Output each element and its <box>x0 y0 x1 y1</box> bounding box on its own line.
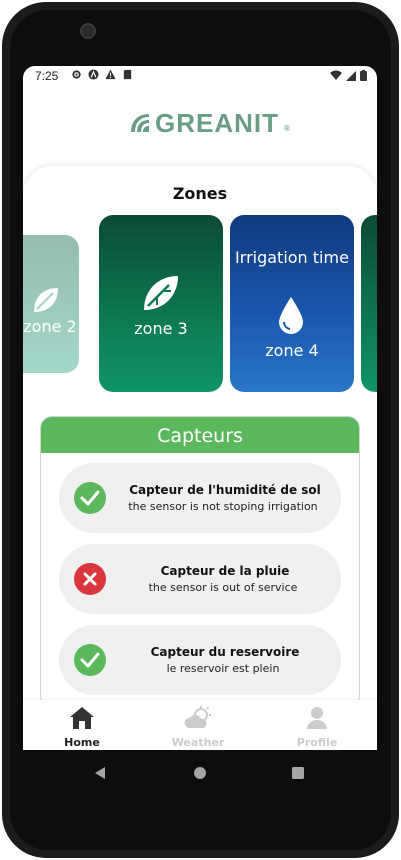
irrigation-time-label: Irrigation time <box>235 248 349 267</box>
close-icon <box>74 563 106 595</box>
recents-button[interactable] <box>291 766 305 780</box>
sensor-title: Capteur de l'humidité de sol <box>129 483 321 497</box>
sensor-status: le reservoir est plein <box>166 662 280 675</box>
sensor-soil-moisture[interactable]: Capteur de l'humidité de sol the sensor … <box>59 463 341 533</box>
sensor-title: Capteur du reservoire <box>150 645 300 659</box>
accessibility-icon <box>88 69 99 80</box>
wifi-icon <box>330 70 342 80</box>
home-icon <box>70 707 94 729</box>
phone-frame: 7:25 GREANIT ® Zones zone 2 zone 3 Irrig… <box>0 0 401 860</box>
zones-title: Zones <box>172 184 228 203</box>
zone-card-next[interactable] <box>361 215 377 392</box>
profile-icon <box>307 707 327 729</box>
settings-icon <box>72 70 81 79</box>
status-system-icons <box>330 70 367 81</box>
greanit-leaf-icon <box>131 114 149 132</box>
sensor-status: the sensor is out of service <box>148 581 298 594</box>
front-camera <box>80 23 96 39</box>
home-button[interactable] <box>193 766 207 780</box>
check-icon <box>74 482 106 514</box>
bottom-nav: Home Weather Profile <box>23 700 377 750</box>
check-icon <box>74 644 106 676</box>
battery-icon <box>360 70 367 81</box>
sensor-reservoir[interactable]: Capteur du reservoire le reservoir est p… <box>59 625 341 695</box>
zone-card-3[interactable]: zone 3 <box>99 215 223 392</box>
nav-profile-label: Profile <box>296 736 338 749</box>
leaf-icon <box>34 288 58 312</box>
sensor-title: Capteur de la pluie <box>160 564 290 578</box>
zone-label: zone 3 <box>134 319 188 338</box>
nav-profile[interactable]: Profile <box>277 706 357 749</box>
zone-label: zone 4 <box>265 341 319 360</box>
back-button[interactable] <box>93 766 107 780</box>
sensor-rain[interactable]: Capteur de la pluie the sensor is out of… <box>59 544 341 614</box>
leaf-icon <box>144 276 178 310</box>
system-navigation-bar <box>23 750 377 796</box>
zone-card-2[interactable]: zone 2 <box>23 235 79 373</box>
nav-home-label: Home <box>64 736 100 749</box>
water-drop-icon <box>279 297 303 334</box>
cell-signal-icon <box>346 70 356 81</box>
sensors-panel: Capteurs Capteur de l'humidité de sol th… <box>40 416 360 708</box>
status-time: 7:25 <box>35 69 59 83</box>
registered-mark: ® <box>283 123 291 133</box>
nav-weather[interactable]: Weather <box>158 706 238 749</box>
brand-name: GREANIT <box>155 107 279 138</box>
zone-label: zone 2 <box>23 317 77 336</box>
brand-logo: GREANIT ® <box>127 108 291 138</box>
status-bar: 7:25 <box>23 66 377 88</box>
sensor-status: the sensor is not stoping irrigation <box>128 500 318 513</box>
status-notification-icons <box>71 69 133 80</box>
sensors-title: Capteurs <box>41 417 359 453</box>
zone-card-4[interactable]: Irrigation time zone 4 <box>230 215 354 392</box>
warning-icon <box>105 69 116 80</box>
sd-card-icon <box>123 69 132 80</box>
nav-weather-label: Weather <box>171 736 225 749</box>
weather-icon <box>184 706 211 728</box>
nav-home[interactable]: Home <box>42 706 122 749</box>
app-screen: 7:25 GREANIT ® Zones zone 2 zone 3 Irrig… <box>23 66 377 750</box>
